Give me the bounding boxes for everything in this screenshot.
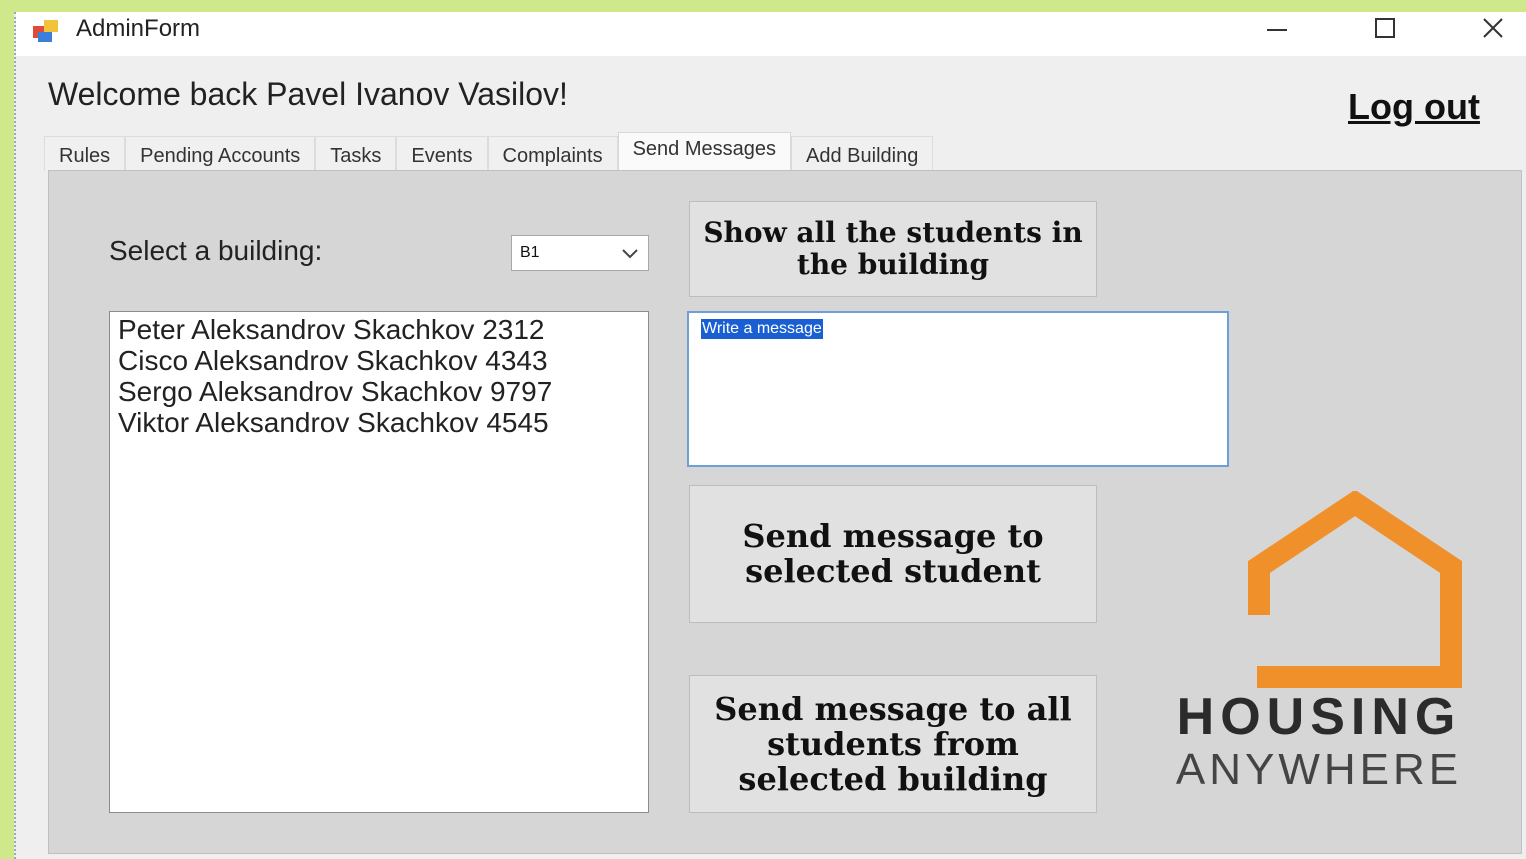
students-listbox[interactable]: Peter Aleksandrov Skachkov 2312 Cisco Al…: [109, 311, 649, 813]
list-item[interactable]: Cisco Aleksandrov Skachkov 4343: [110, 345, 648, 376]
house-icon: [1248, 491, 1462, 688]
building-select[interactable]: B1: [511, 235, 649, 271]
tab-events[interactable]: Events: [396, 136, 488, 171]
app-icon: [32, 18, 62, 44]
send-messages-panel: Select a building: B1 Peter Aleksandrov …: [48, 170, 1522, 854]
message-text: Write a message: [701, 319, 823, 339]
tab-tasks[interactable]: Tasks: [315, 136, 397, 171]
maximize-icon[interactable]: [1350, 12, 1420, 44]
minimize-icon[interactable]: [1242, 12, 1312, 44]
send-all-button[interactable]: Send message to all students from select…: [689, 675, 1097, 813]
tab-strip: Rules Pending Accounts Tasks Events Comp…: [44, 132, 934, 171]
list-item[interactable]: Viktor Aleksandrov Skachkov 4545: [110, 407, 648, 438]
chevron-down-icon[interactable]: [620, 244, 640, 262]
window-title: AdminForm: [76, 15, 201, 42]
list-item[interactable]: Sergo Aleksandrov Skachkov 9797: [110, 376, 648, 407]
list-item[interactable]: Peter Aleksandrov Skachkov 2312: [110, 314, 648, 345]
tab-rules[interactable]: Rules: [44, 136, 126, 171]
admin-window: AdminForm Welcome back Pavel Ivanov Vasi…: [14, 12, 1526, 859]
message-textbox[interactable]: Write a message: [687, 311, 1229, 467]
welcome-label: Welcome back Pavel Ivanov Vasilov!: [48, 76, 568, 112]
tab-send-messages[interactable]: Send Messages: [617, 132, 792, 171]
close-icon[interactable]: [1458, 12, 1526, 44]
building-label: Select a building:: [109, 235, 323, 266]
tab-complaints[interactable]: Complaints: [487, 136, 618, 171]
housing-anywhere-logo: HOUSING ANYWHERE: [1159, 491, 1479, 811]
title-bar: AdminForm: [16, 12, 1526, 56]
send-selected-button[interactable]: Send message to selected student: [689, 485, 1097, 623]
logout-link[interactable]: Log out: [1348, 86, 1480, 128]
logo-text-housing: HOUSING: [1176, 688, 1462, 746]
building-select-value: B1: [520, 244, 540, 261]
tab-pending-accounts[interactable]: Pending Accounts: [125, 136, 316, 171]
tab-add-building[interactable]: Add Building: [791, 136, 934, 171]
show-students-button[interactable]: Show all the students in the building: [689, 201, 1097, 297]
logo-text-anywhere: ANYWHERE: [1175, 745, 1463, 794]
